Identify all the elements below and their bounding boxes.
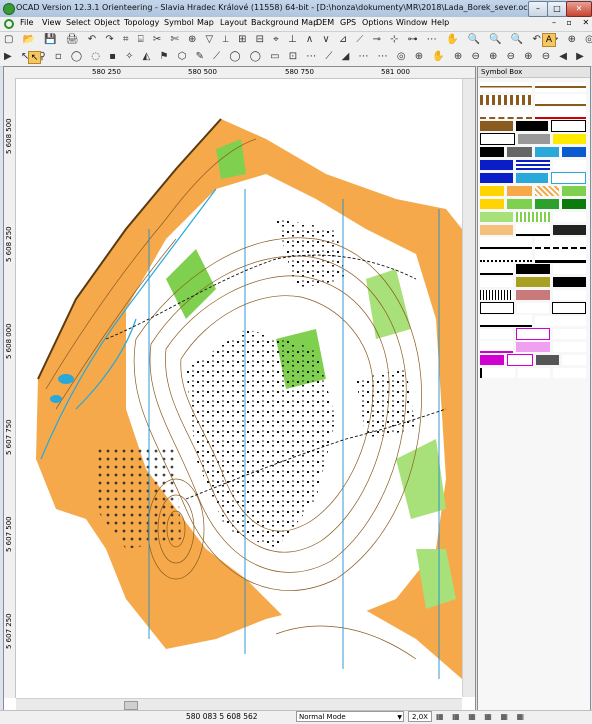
ocad-logo-icon[interactable] (4, 19, 14, 29)
symbol-row (480, 94, 586, 106)
vertical-ruler: 5 608 500 5 608 250 5 608 000 5 607 750 … (4, 78, 16, 698)
symbol-row (480, 237, 586, 249)
ruler-x-tick: 580 750 (285, 68, 314, 76)
menu-symbol[interactable]: Symbol (164, 18, 194, 27)
symbol-row (480, 249, 586, 263)
menu-dem[interactable]: DEM (316, 18, 334, 27)
menu-file[interactable]: File (20, 18, 33, 27)
zoom-field[interactable]: 2,0X (408, 711, 432, 722)
main-toolbar-icons[interactable]: ▢ 📂 💾 🖨 ↶ ↷ ⌗ ⌸ ✂ ✄ ⊕ ▽ ⟂ ⊞ ⊟ ⌖ ⊥ ∧ ∨ ⊿ … (4, 34, 592, 46)
symbol-row (480, 107, 586, 119)
menu-help[interactable]: Help (431, 18, 449, 27)
map-pond (58, 374, 74, 384)
status-bar: 580 083 5 608 562 Normal Mode ▼ 2,0X ▦ ▦ … (0, 710, 592, 724)
title-bar: OCAD Version 12.3.1 Orienteering - Slavi… (0, 0, 592, 18)
maximize-button[interactable]: □ (547, 1, 567, 17)
symbol-row (480, 146, 586, 158)
symbol-row (480, 120, 587, 132)
map-canvas[interactable] (16, 79, 462, 697)
ruler-y-tick: 5 607 250 (5, 613, 13, 649)
text-tool-highlighted-button[interactable]: A (542, 33, 556, 47)
status-view-icons[interactable]: ▦ ▦ ▦ ▦ ▦ ▦ (436, 712, 527, 721)
vertical-scrollbar[interactable] (462, 79, 475, 697)
menu-gps[interactable]: GPS (340, 18, 356, 27)
drawing-toolbar: ▶ ↖ ⚲ ▫ ◯ ◌ ▪ ✧ ◭ ⚑ ⬡ ✎ ⟋ ◯ ◯ ▭ ⊡ ⋯ ⟋ ◢ … (0, 49, 592, 67)
symbol-grid[interactable] (480, 81, 587, 380)
ruler-x-tick: 580 500 (188, 68, 217, 76)
symbol-row (480, 185, 586, 197)
symbol-box-title: Symbol Box (478, 67, 590, 78)
symbol-row (480, 367, 587, 379)
symbol-row (480, 172, 587, 184)
menu-topology[interactable]: Topology (124, 18, 159, 27)
menu-options[interactable]: Options (362, 18, 393, 27)
mode-select-value: Normal Mode (299, 713, 346, 721)
symbol-box-panel: Symbol Box (477, 66, 591, 711)
menu-view[interactable]: View (42, 18, 61, 27)
symbol-row (480, 81, 586, 93)
menu-window[interactable]: Window (396, 18, 428, 27)
cursor-coordinates: 580 083 5 608 562 (186, 712, 258, 721)
symbol-row (480, 211, 586, 223)
symbol-row (480, 198, 586, 210)
symbol-row (480, 133, 587, 145)
ruler-x-tick: 581 000 (381, 68, 410, 76)
ruler-y-tick: 5 608 000 (5, 323, 13, 359)
main-toolbar: ▢ 📂 💾 🖨 ↶ ↷ ⌗ ⌸ ✂ ✄ ⊕ ▽ ⟂ ⊞ ⊟ ⌖ ⊥ ∧ ∨ ⊿ … (0, 32, 592, 50)
menu-background-map[interactable]: Background Map (251, 18, 318, 27)
symbol-row (480, 289, 586, 301)
ruler-y-tick: 5 608 250 (5, 226, 13, 262)
window-title: OCAD Version 12.3.1 Orienteering - Slavi… (16, 3, 536, 12)
minimize-button[interactable]: – (528, 1, 548, 17)
symbol-row (480, 159, 586, 171)
horizontal-scrollbar-thumb[interactable] (124, 701, 138, 710)
symbol-row (480, 263, 586, 275)
menu-select[interactable]: Select (66, 18, 91, 27)
horizontal-ruler: 580 250 580 500 580 750 581 000 (4, 67, 475, 79)
menu-layout[interactable]: Layout (220, 18, 247, 27)
menu-map[interactable]: Map (197, 18, 214, 27)
map-pond (50, 395, 62, 403)
mode-select[interactable]: Normal Mode ▼ (296, 711, 404, 722)
menu-object[interactable]: Object (94, 18, 120, 27)
ruler-y-tick: 5 607 750 (5, 419, 13, 455)
horizontal-scrollbar[interactable] (16, 698, 462, 710)
ocad-app-window: OCAD Version 12.3.1 Orienteering - Slavi… (0, 0, 592, 724)
ruler-y-tick: 5 607 500 (5, 516, 13, 552)
mdi-window-controls[interactable]: – ▫ ✕ (552, 18, 592, 27)
ruler-y-tick: 5 608 500 (5, 118, 13, 154)
symbol-row (480, 315, 586, 327)
symbol-row (480, 302, 586, 314)
symbol-row (480, 276, 586, 288)
edit-object-mode-button[interactable]: ↖ (28, 51, 41, 64)
symbol-row (480, 328, 587, 340)
map-window: 580 250 580 500 580 750 581 000 5 608 50… (3, 66, 476, 711)
symbol-row (480, 354, 586, 366)
app-icon (3, 3, 15, 15)
menu-bar: File View Select Object Topology Symbol … (0, 17, 592, 32)
symbol-row (480, 224, 586, 236)
ruler-x-tick: 580 250 (92, 68, 121, 76)
chevron-down-icon: ▼ (397, 714, 402, 721)
symbol-row (480, 341, 586, 353)
close-button[interactable]: ✕ (566, 1, 592, 17)
drawing-toolbar-icons[interactable]: ▶ ↖ ⚲ ▫ ◯ ◌ ▪ ✧ ◭ ⚑ ⬡ ✎ ⟋ ◯ ◯ ▭ ⊡ ⋯ ⟋ ◢ … (4, 51, 592, 63)
